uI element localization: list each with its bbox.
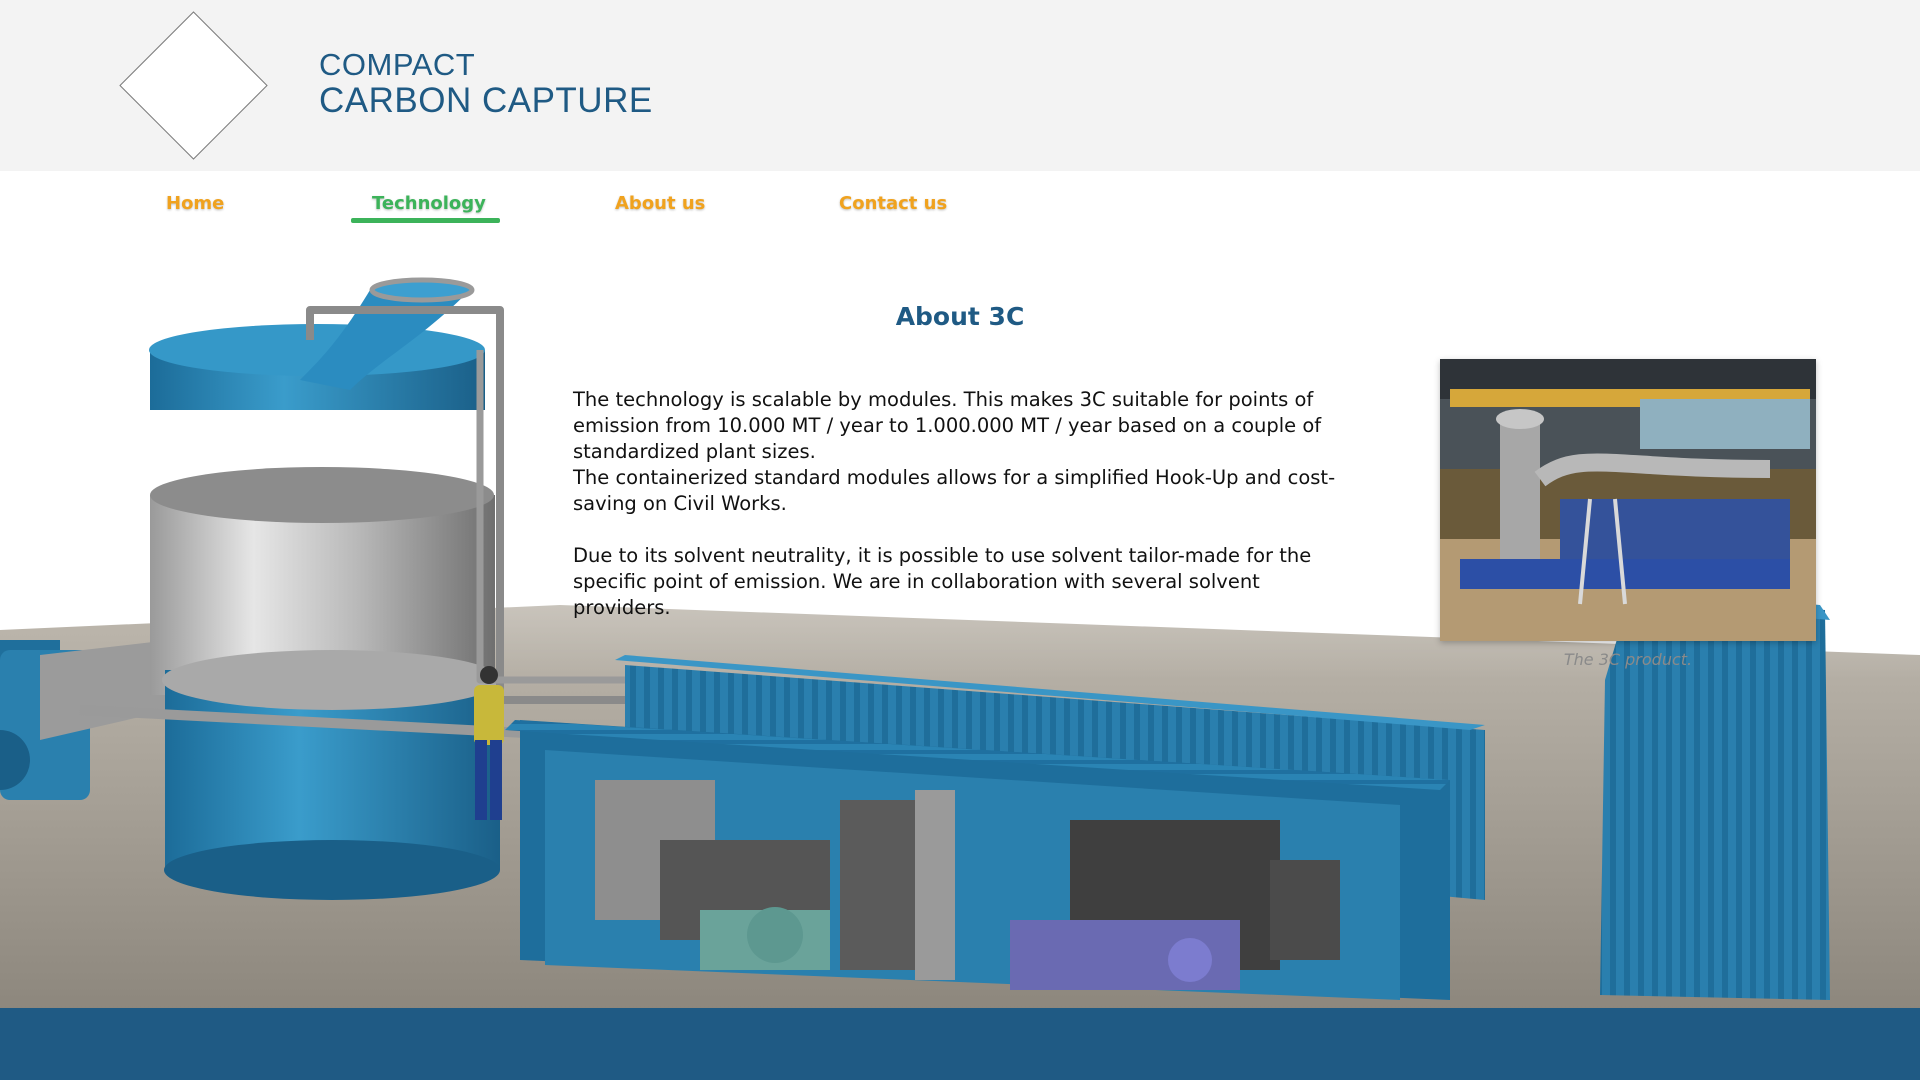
paragraph-scalability: The technology is scalable by modules. T… — [573, 388, 1322, 463]
brand-line-compact: COMPACT — [319, 47, 476, 82]
site-header: COMPACT CARBON CAPTURE — [0, 0, 1920, 171]
paragraph-containerized: The containerized standard modules allow… — [573, 466, 1336, 515]
nav-item-contact-us[interactable]: Contact us — [839, 193, 947, 214]
nav-item-about-us[interactable]: About us — [615, 193, 705, 214]
product-photo-image — [1440, 359, 1816, 641]
brand-wordmark[interactable]: COMPACT CARBON CAPTURE — [319, 48, 653, 120]
nav-active-underline — [351, 218, 500, 223]
logo-diamond-icon[interactable] — [119, 11, 268, 160]
photo-caption: The 3C product. — [1563, 650, 1693, 669]
nav-item-home[interactable]: Home — [166, 193, 224, 214]
product-photo[interactable] — [1440, 359, 1816, 641]
page-title: About 3C — [895, 302, 1025, 331]
nav-item-technology[interactable]: Technology — [372, 193, 486, 214]
intro-text: The technology is scalable by modules. T… — [573, 387, 1363, 621]
paragraph-solvent: Due to its solvent neutrality, it is pos… — [573, 544, 1312, 619]
brand-line-carbon-capture: CARBON CAPTURE — [319, 81, 653, 120]
site-footer — [0, 1008, 1920, 1080]
main-nav: Home Technology About us Contact us — [0, 171, 1920, 231]
